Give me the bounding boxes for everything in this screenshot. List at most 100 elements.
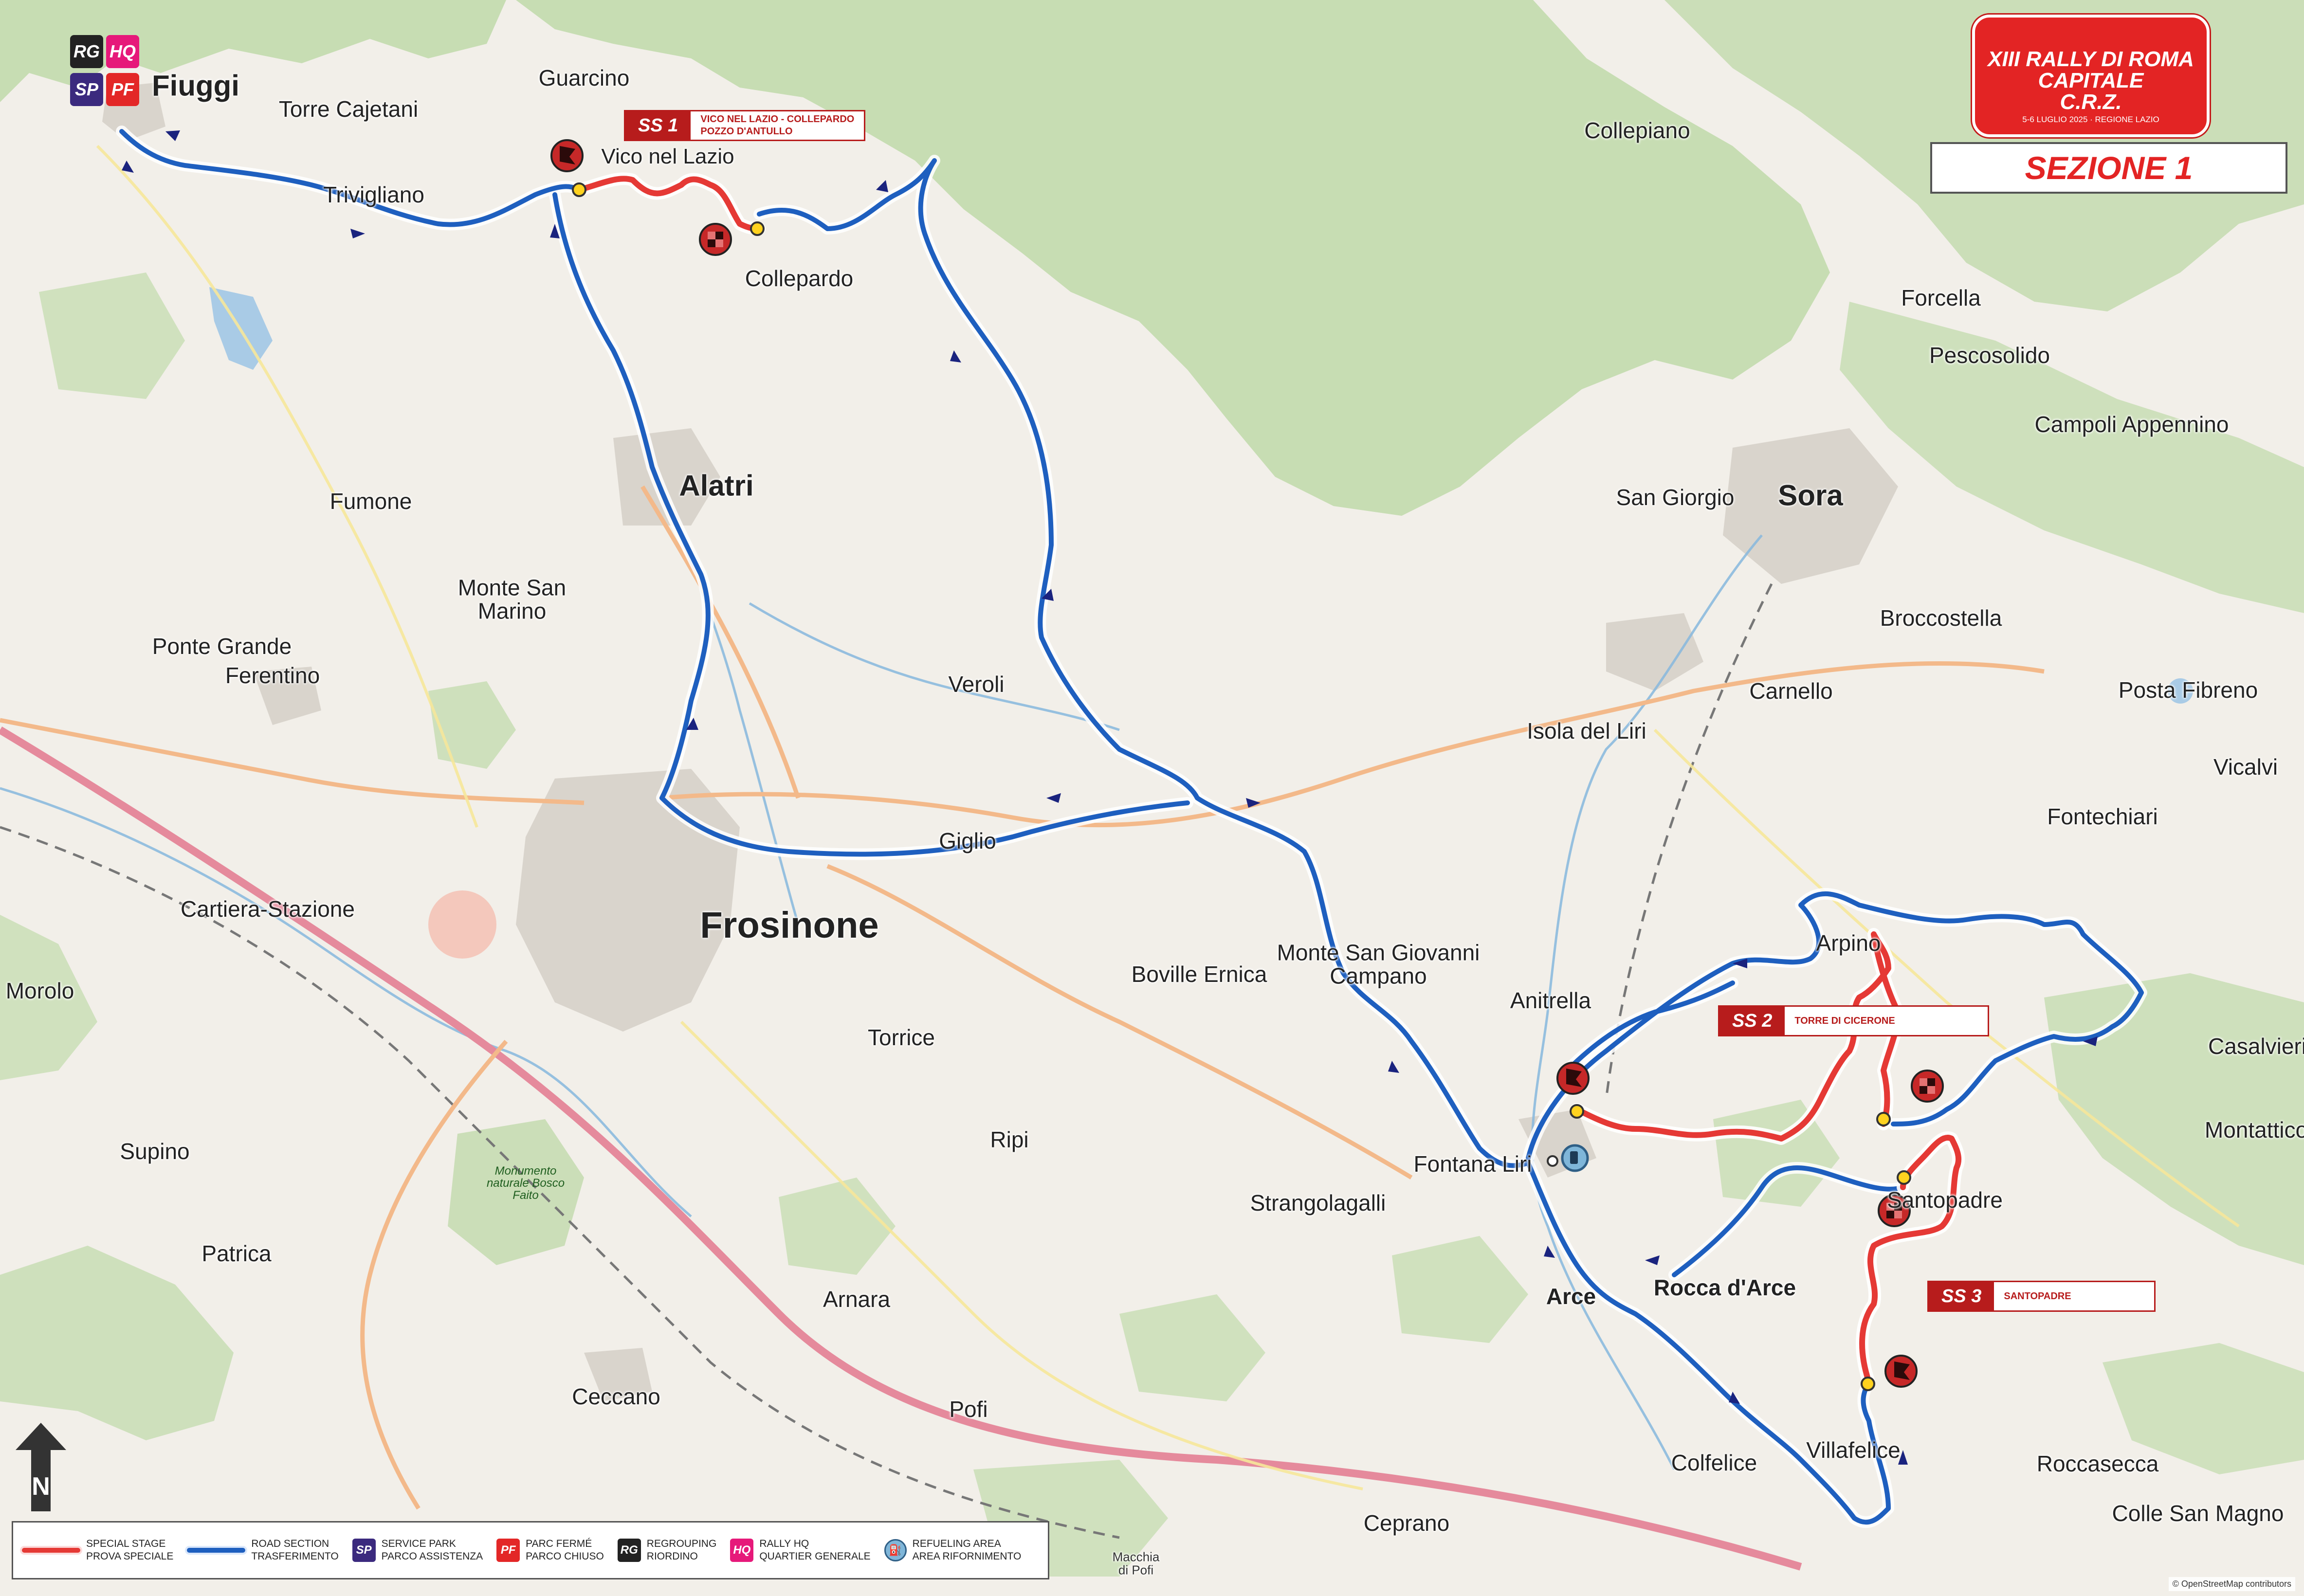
regrouping-icon: RG [617, 1539, 641, 1562]
legend-special-stage: SPECIAL STAGE PROVA SPECIALE [22, 1538, 173, 1563]
ss3-stage-name: SANTOPADRE [2004, 1290, 2071, 1302]
logo-date: 5-6 LUGLIO 2025 [2022, 115, 2088, 124]
logo-footer: 5-6 LUGLIO 2025 · REGIONE LAZIO [2022, 115, 2159, 124]
logo-event-name: XIII RALLY DI ROMA CAPITALE [1988, 47, 2194, 92]
town-label: Frosinone [700, 905, 879, 946]
town-label: Ceccano [572, 1383, 660, 1409]
town-label: Veroli [948, 671, 1005, 697]
logo-title: XIII RALLY DI ROMA CAPITALE C.R.Z. [1972, 49, 2210, 113]
town-label: Campoli Appennino [2034, 411, 2229, 437]
town-label: Strangolagalli [1250, 1190, 1386, 1215]
town-label: Arnara [823, 1286, 891, 1312]
town-label: Fontana Liri [1413, 1151, 1532, 1177]
town-label: Ferentino [225, 662, 320, 688]
town-label: Monte San Giovanni Campano [1277, 940, 1480, 989]
ss1-code: SS 1 [625, 111, 691, 140]
town-label: Cartiera-Stazione [181, 896, 355, 922]
legend-service-park: SP SERVICE PARK PARCO ASSISTENZA [352, 1538, 483, 1563]
ss3-code: SS 3 [1929, 1282, 1994, 1310]
town-label: Vico nel Lazio [601, 144, 734, 168]
ss2-start-point [1570, 1104, 1584, 1119]
town-label: Rocca d'Arce [1653, 1274, 1796, 1300]
legend-rally-hq-text: RALLY HQ QUARTIER GENERALE [759, 1538, 871, 1562]
finish-flag-icon [1911, 1070, 1944, 1103]
town-label: Carnello [1749, 678, 1833, 704]
rally-map: RG HQ SP PF Fiuggi Guarcino Torre Cajeta… [0, 0, 2304, 1596]
legend-service-park-text: SERVICE PARK PARCO ASSISTENZA [381, 1538, 483, 1562]
start-flag-icon [1884, 1355, 1918, 1388]
town-label: Ponte Grande [152, 633, 292, 659]
ss1-names: VICO NEL LAZIO - COLLEPARDO POZZO D'ANTU… [691, 111, 864, 140]
town-label: Fumone [329, 488, 412, 514]
ss2-stage-name: TORRE DI CICERONE [1794, 1015, 1895, 1026]
ss1-location: VICO NEL LAZIO - COLLEPARDO [700, 114, 855, 125]
fuel-pump-icon: ⛽ [884, 1539, 907, 1561]
ss3-finish-point [1897, 1170, 1911, 1185]
ss3-names: SANTOPADRE [1994, 1282, 2154, 1310]
ss1-start-point [572, 182, 586, 197]
legend-parc-ferme-text: PARC FERMÉ PARCO CHIUSO [526, 1538, 604, 1562]
ss3-banner: SS 3 SANTOPADRE [1927, 1281, 2156, 1312]
north-arrow-icon: N [16, 1423, 66, 1511]
rally-hq-badge: HQ [106, 35, 139, 68]
road-section-swatch [187, 1548, 246, 1553]
town-label: Villafelice [1806, 1437, 1901, 1463]
town-label: Casalvieri [2208, 1033, 2304, 1059]
ss1-banner: SS 1 VICO NEL LAZIO - COLLEPARDO POZZO D… [624, 110, 866, 141]
parc-ferme-badge: PF [106, 73, 139, 106]
town-label: Torrice [867, 1024, 935, 1050]
legend-regrouping-text: REGROUPING RIORDINO [646, 1538, 717, 1562]
town-label: Roccasecca [2036, 1451, 2159, 1476]
logo-sub-brand: C.R.Z. [2060, 90, 2122, 114]
legend-parc-ferme: PF PARC FERMÉ PARCO CHIUSO [496, 1538, 604, 1563]
ss2-code: SS 2 [1719, 1007, 1785, 1035]
legend-refueling-text: REFUELING AREA AREA RIFORNIMENTO [912, 1538, 1022, 1562]
legend-special-stage-text: SPECIAL STAGE PROVA SPECIALE [86, 1538, 174, 1562]
town-label: Patrica [201, 1240, 272, 1266]
map-canvas [0, 0, 2304, 1596]
map-attribution[interactable]: © OpenStreetMap contributors [2168, 1577, 2295, 1591]
town-label: Forcella [1901, 285, 1981, 310]
section-label: SEZIONE 1 [1930, 142, 2287, 194]
town-label: Santopadre [1887, 1187, 2003, 1213]
town-label: Boville Ernica [1131, 961, 1267, 987]
legend-rally-hq: HQ RALLY HQ QUARTIER GENERALE [730, 1538, 871, 1563]
ss2-finish-point [1876, 1112, 1891, 1126]
town-label: Montattico [2204, 1117, 2304, 1143]
town-label: Colle San Magno [2112, 1500, 2284, 1526]
town-label: Guarcino [538, 65, 630, 91]
service-park-icon: SP [352, 1539, 376, 1562]
town-label: Arpino [1816, 930, 1881, 956]
town-label: Broccostella [1880, 605, 2002, 631]
regrouping-badge: RG [70, 35, 103, 68]
town-label: Posta Fibreno [2118, 677, 2258, 703]
town-label: Ceprano [1363, 1510, 1450, 1536]
town-label: Giglio [939, 828, 996, 853]
legend-road-section: ROAD SECTION TRASFERIMENTO [187, 1538, 339, 1563]
legend-regrouping: RG REGROUPING RIORDINO [617, 1538, 717, 1563]
north-label: N [32, 1472, 50, 1501]
town-label: Trivigliano [323, 181, 424, 207]
special-stage-swatch [22, 1548, 80, 1553]
logo-region: REGIONE LAZIO [2095, 115, 2159, 124]
event-logo: XIII RALLY DI ROMA CAPITALE C.R.Z. 5-6 L… [1972, 15, 2210, 137]
map-legend: SPECIAL STAGE PROVA SPECIALE ROAD SECTION… [12, 1521, 1049, 1579]
ss1-finish-point [750, 221, 765, 236]
ss3-start-point [1861, 1377, 1875, 1391]
start-town-label: Fiuggi [152, 69, 239, 102]
town-label: Ripi [990, 1126, 1029, 1152]
park-label: Monumento naturale Bosco Faito [486, 1164, 565, 1202]
town-label: Anitrella [1510, 987, 1591, 1013]
town-label: Torre Cajetani [278, 96, 419, 122]
town-label: Colfelice [1671, 1450, 1757, 1475]
town-label: Pofi [949, 1396, 988, 1422]
town-label: Pescosolido [1929, 342, 2050, 368]
town-label: Isola del Liri [1527, 718, 1646, 744]
start-flag-icon [550, 139, 584, 172]
legend-refueling: ⛽ REFUELING AREA AREA RIFORNIMENTO [884, 1538, 1022, 1563]
ss2-names: TORRE DI CICERONE [1785, 1007, 1987, 1035]
service-park-badge: SP [70, 73, 103, 106]
town-label: Macchia di Pofi [1112, 1549, 1160, 1578]
town-label: Vicalvi [2213, 754, 2278, 780]
town-label: Morolo [5, 978, 74, 1003]
